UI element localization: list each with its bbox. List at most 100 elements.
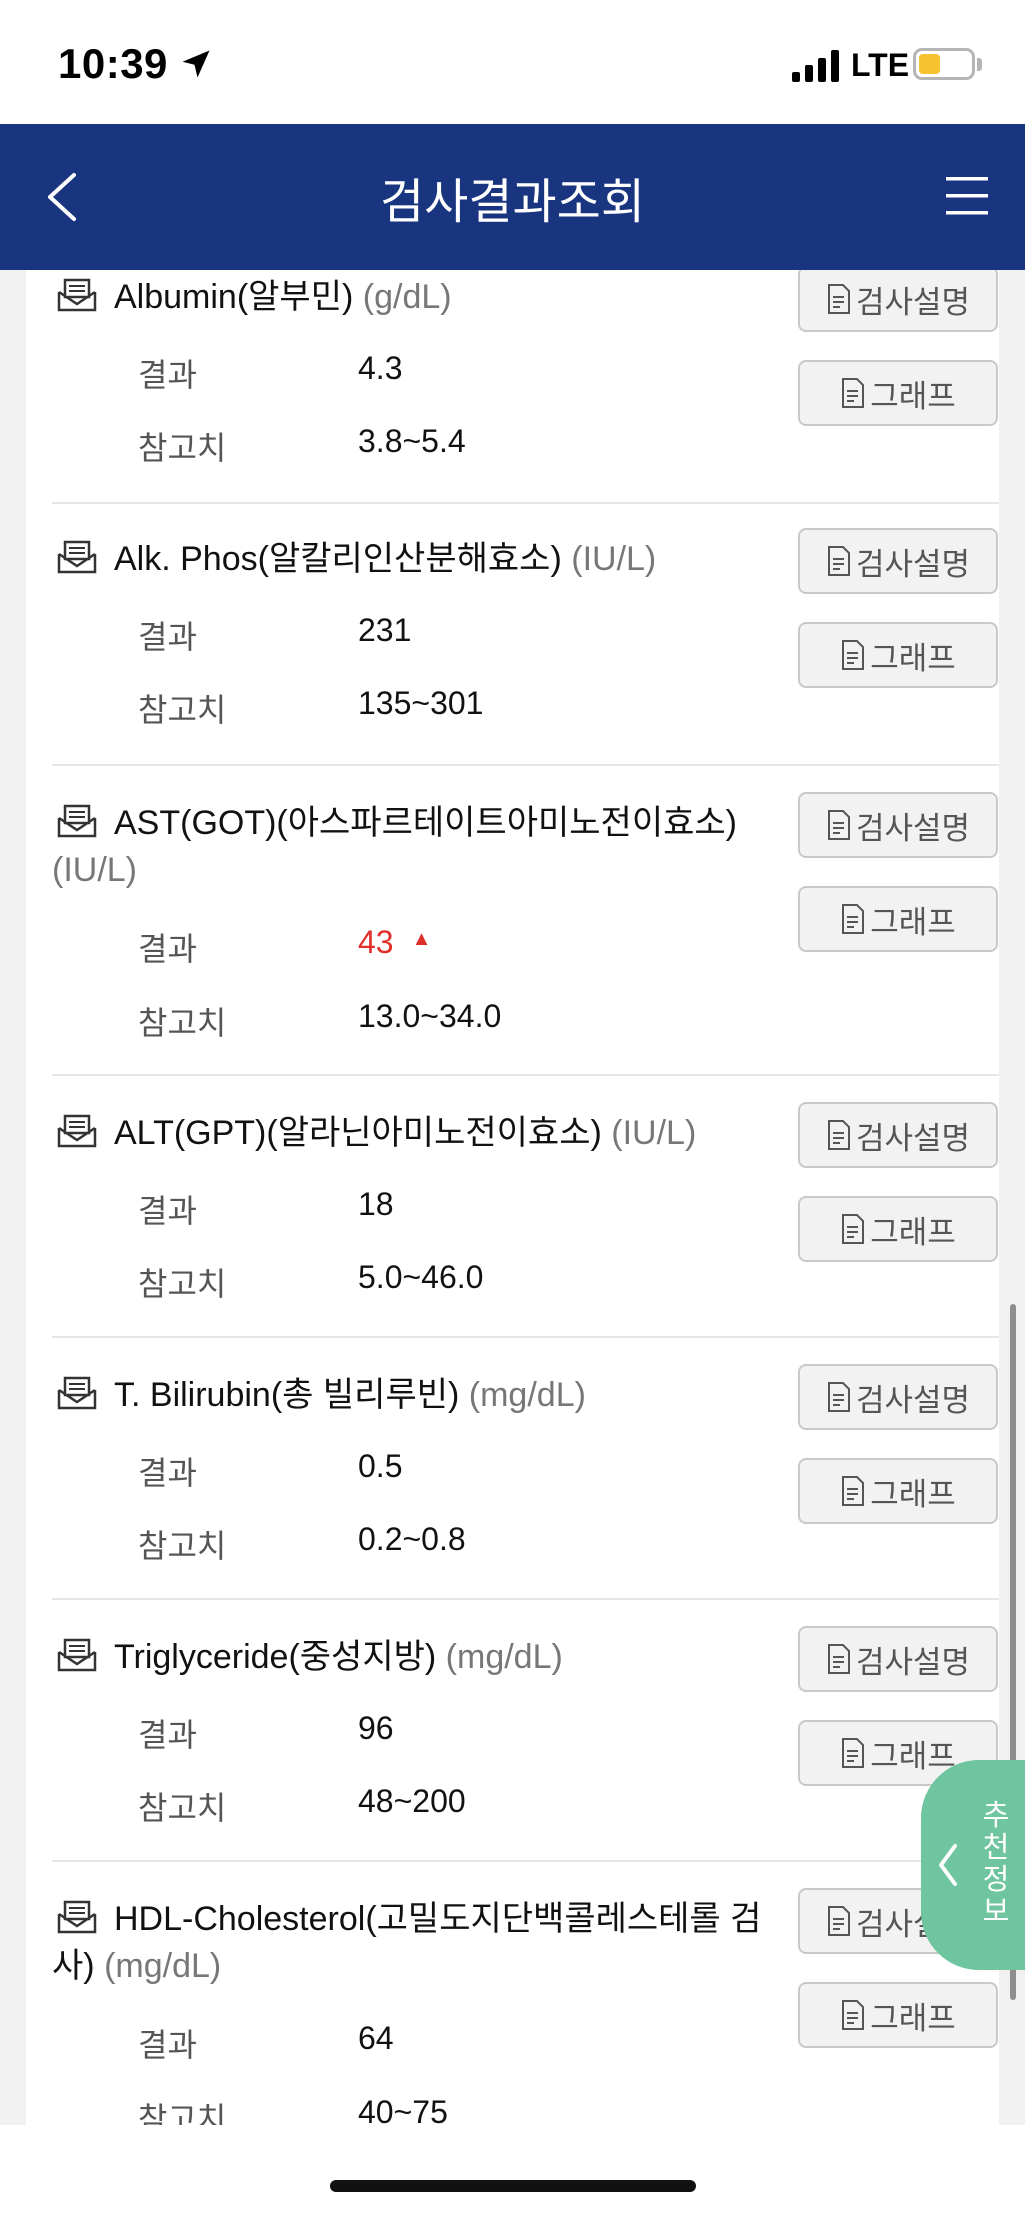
explain-button-label: 검사설명 [855,1644,971,1680]
test-item-alk-phos: Alk. Phos(알칼리인산분해효소) (IU/L) 결과 231 참고치 1… [52,528,999,772]
result-label: 결과 [138,1193,197,1229]
explain-button[interactable]: 검사설명 [798,528,998,594]
reference-label: 참고치 [138,1005,227,1041]
home-indicator-area [0,2125,1025,2218]
graph-button-label: 그래프 [870,1738,956,1774]
recommend-info-tab[interactable]: 추천정보 [921,1760,1025,1970]
test-name-text: Alk. Phos(알칼리인산분해효소) [114,540,562,578]
test-item-triglyceride: Triglyceride(중성지방) (mg/dL) 결과 96 참고치 48~… [52,1626,999,1870]
reference-value: 0.2~0.8 [358,1521,466,1557]
reference-label: 참고치 [138,1266,227,1302]
status-time: 10:39 [58,40,168,87]
explain-button-label: 검사설명 [855,284,971,320]
graph-button-label: 그래프 [870,1476,956,1512]
explain-button[interactable]: 검사설명 [798,792,998,858]
chevron-left-icon [939,1844,957,1886]
document-icon [827,810,850,840]
document-icon [827,284,850,314]
test-name-text: Albumin(알부민) [114,278,354,316]
document-icon [842,1214,865,1244]
graph-button-label: 그래프 [870,640,956,676]
high-triangle-icon: ▲ [411,928,432,950]
test-name: Albumin(알부민) (g/dL) [52,274,762,321]
explain-button[interactable]: 검사설명 [798,1626,998,1692]
explain-button-label: 검사설명 [855,810,971,846]
test-item-ast: AST(GOT)(아스파르테이트아미노전이효소) (IU/L) 결과 43 ▲ 참… [52,792,999,1100]
explain-button-label: 검사설명 [855,1120,971,1156]
graph-button[interactable]: 그래프 [798,1458,998,1524]
result-value: 43 ▲ [358,924,431,961]
result-label: 결과 [138,1717,197,1753]
result-label: 결과 [138,619,197,655]
document-icon [827,546,850,576]
result-label: 결과 [138,2027,197,2063]
result-value: 0.5 [358,1448,403,1484]
document-icon [827,1382,850,1412]
network-type: LTE [851,47,910,83]
status-bar: 10:39 LTE [0,0,1025,124]
item-divider [52,1598,999,1600]
reference-value: 40~75 [358,2094,448,2125]
explain-button[interactable]: 검사설명 [798,1364,998,1430]
document-icon [842,1476,865,1506]
test-unit: (mg/dL) [468,1376,586,1414]
item-divider [52,1074,999,1076]
item-divider [52,1860,999,1862]
reference-value: 13.0~34.0 [358,998,502,1034]
result-value-text: 43 [358,924,394,960]
test-result-list[interactable]: Albumin(알부민) (g/dL) 결과 4.3 참고치 3.8~5.4 검… [26,270,999,2125]
graph-button[interactable]: 그래프 [798,360,998,426]
battery-tip [977,58,982,71]
explain-button-label: 검사설명 [855,1382,971,1418]
graph-button[interactable]: 그래프 [798,1982,998,2048]
document-icon [827,1906,850,1936]
reference-label: 참고치 [138,1528,227,1564]
test-name: AST(GOT)(아스파르테이트아미노전이효소) (IU/L) [52,800,762,894]
reference-label: 참고치 [138,2101,227,2125]
test-name-text: AST(GOT)(아스파르테이트아미노전이효소) [114,804,737,842]
graph-button-label: 그래프 [870,904,956,940]
result-label: 결과 [138,357,197,393]
test-unit: (IU/L) [52,851,137,889]
page-title: 검사결과조회 [380,176,645,229]
reference-value: 3.8~5.4 [358,423,466,459]
page-edge-left [0,270,26,2125]
reference-value: 135~301 [358,685,484,721]
recommend-info-label: 추천정보 [982,1800,1010,1928]
result-value: 18 [358,1186,394,1222]
test-item-alt: ALT(GPT)(알라닌아미노전이효소) (IU/L) 결과 18 참고치 5.… [52,1102,999,1346]
result-value: 96 [358,1710,394,1746]
document-icon [827,1120,850,1150]
home-indicator[interactable] [330,2180,696,2192]
document-icon [842,1738,865,1768]
test-name-text: ALT(GPT)(알라닌아미노전이효소) [114,1114,602,1152]
graph-button[interactable]: 그래프 [798,886,998,952]
test-name: ALT(GPT)(알라닌아미노전이효소) (IU/L) [52,1110,762,1157]
document-icon [842,378,865,408]
graph-button-label: 그래프 [870,378,956,414]
test-name-text: Triglyceride(중성지방) [114,1638,437,1676]
reference-value: 5.0~46.0 [358,1259,484,1295]
graph-button-label: 그래프 [870,2000,956,2036]
test-name: Alk. Phos(알칼리인산분해효소) (IU/L) [52,536,762,583]
test-name: HDL-Cholesterol(고밀도지단백콜레스테롤 검사) (mg/dL) [52,1896,762,1990]
reference-label: 참고치 [138,1790,227,1826]
test-unit: (mg/dL) [445,1638,563,1676]
test-unit: (IU/L) [611,1114,697,1152]
test-unit: (mg/dL) [104,1947,222,1985]
result-value: 4.3 [358,350,403,386]
test-unit: (g/dL) [362,278,452,316]
test-item-t-bilirubin: T. Bilirubin(총 빌리루빈) (mg/dL) 결과 0.5 참고치 … [52,1364,999,1608]
test-item-albumin: Albumin(알부민) (g/dL) 결과 4.3 참고치 3.8~5.4 검… [52,270,999,510]
graph-button[interactable]: 그래프 [798,1196,998,1262]
hamburger-menu-icon[interactable] [944,174,990,218]
result-value: 64 [358,2020,394,2056]
reference-label: 참고치 [138,430,227,466]
test-name-text: T. Bilirubin(총 빌리루빈) [114,1376,460,1414]
explain-button[interactable]: 검사설명 [798,270,998,332]
test-unit: (IU/L) [571,540,657,578]
header-bar: 검사결과조회 [0,124,1025,270]
graph-button[interactable]: 그래프 [798,622,998,688]
explain-button[interactable]: 검사설명 [798,1102,998,1168]
test-name: T. Bilirubin(총 빌리루빈) (mg/dL) [52,1372,762,1419]
